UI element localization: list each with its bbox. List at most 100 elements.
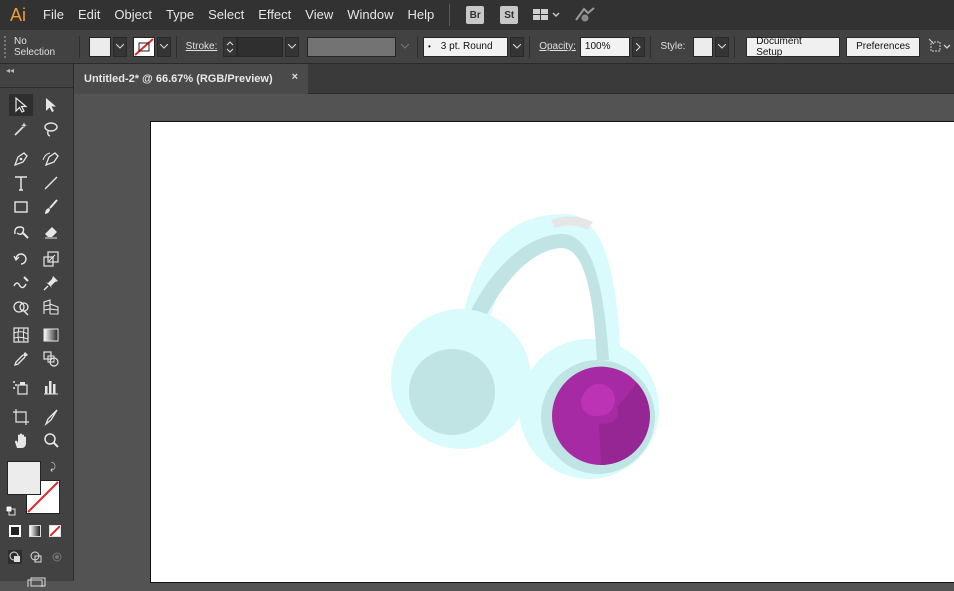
pushpin-icon bbox=[43, 276, 58, 291]
menu-object[interactable]: Object bbox=[107, 0, 159, 30]
headphones-illustration[interactable] bbox=[151, 122, 954, 584]
rotate-tool[interactable] bbox=[9, 248, 33, 270]
menu-effect[interactable]: Effect bbox=[251, 0, 298, 30]
curvature-pen-icon bbox=[42, 152, 59, 167]
stroke-swatch[interactable] bbox=[132, 36, 155, 57]
curvature-tool[interactable] bbox=[39, 148, 63, 170]
menu-edit[interactable]: Edit bbox=[71, 0, 107, 30]
tools-panel: ◂◂ ⤸ bbox=[0, 64, 74, 589]
hand-tool[interactable] bbox=[9, 430, 33, 452]
stroke-weight-stepper[interactable] bbox=[223, 36, 238, 57]
gradient-tool[interactable] bbox=[39, 324, 63, 346]
pen-tool[interactable] bbox=[9, 148, 33, 170]
mesh-tool[interactable] bbox=[9, 324, 33, 346]
none-mode-icon[interactable] bbox=[49, 525, 61, 537]
mesh-icon bbox=[13, 327, 29, 343]
stroke-weight-dropdown[interactable] bbox=[284, 36, 299, 57]
variable-width-dropdown[interactable] bbox=[398, 36, 412, 57]
graphic-style-swatch[interactable] bbox=[693, 36, 714, 57]
tools-panel-header[interactable] bbox=[0, 76, 74, 88]
preferences-button[interactable]: Preferences bbox=[846, 36, 921, 57]
perspective-grid-tool[interactable] bbox=[39, 296, 63, 318]
menu-items: File Edit Object Type Select Effect View… bbox=[36, 0, 441, 30]
rectangle-icon bbox=[14, 201, 28, 213]
panel-collapse-icon[interactable]: ◂◂ bbox=[6, 66, 14, 75]
left-ear-inner bbox=[409, 349, 495, 435]
menu-window[interactable]: Window bbox=[340, 0, 400, 30]
app-logo: Ai bbox=[9, 4, 26, 25]
warp-tool[interactable] bbox=[9, 272, 33, 294]
swap-fill-stroke-icon[interactable]: ⤸ bbox=[50, 462, 56, 473]
gpu-performance-icon[interactable] bbox=[574, 6, 596, 24]
stroke-label[interactable]: Stroke: bbox=[182, 41, 222, 52]
divider bbox=[79, 35, 81, 58]
stock-button[interactable]: St bbox=[500, 6, 519, 24]
align-options-icon[interactable] bbox=[928, 38, 954, 56]
brush-definition-field[interactable]: • 3 pt. Round bbox=[422, 36, 509, 57]
workspace-switcher-icon[interactable] bbox=[532, 7, 562, 23]
rectangle-tool[interactable] bbox=[9, 196, 33, 218]
draw-normal-icon[interactable] bbox=[8, 549, 22, 564]
fill-swatch[interactable] bbox=[89, 36, 112, 57]
canvas-area[interactable] bbox=[74, 95, 954, 583]
free-transform-tool[interactable] bbox=[39, 272, 63, 294]
gradient-mode-icon[interactable] bbox=[29, 525, 41, 537]
menu-help[interactable]: Help bbox=[400, 0, 441, 30]
draw-behind-icon[interactable] bbox=[29, 549, 43, 563]
eyedropper-tool[interactable] bbox=[9, 348, 33, 370]
menu-bar: Ai File Edit Object Type Select Effect V… bbox=[0, 0, 954, 30]
opacity-dropdown[interactable] bbox=[631, 36, 646, 57]
menu-select[interactable]: Select bbox=[201, 0, 251, 30]
slice-knife-icon bbox=[44, 409, 58, 426]
eraser-tool[interactable] bbox=[39, 220, 63, 242]
blend-tool[interactable] bbox=[39, 348, 63, 370]
selection-status: No Selection bbox=[13, 35, 56, 58]
menu-file[interactable]: File bbox=[36, 0, 71, 30]
brush-definition-dropdown[interactable] bbox=[510, 36, 525, 57]
color-mode-icon[interactable] bbox=[9, 525, 21, 537]
type-tool[interactable] bbox=[9, 172, 33, 194]
selection-tool[interactable] bbox=[9, 94, 33, 116]
fill-dropdown[interactable] bbox=[113, 36, 127, 57]
opacity-label[interactable]: Opacity: bbox=[535, 41, 580, 52]
draw-inside-icon[interactable] bbox=[50, 549, 64, 563]
document-tab[interactable]: Untitled-2* @ 66.67% (RGB/Preview) × bbox=[74, 64, 308, 94]
slice-tool[interactable] bbox=[39, 406, 63, 428]
artboard-icon bbox=[13, 409, 29, 425]
bridge-button[interactable]: Br bbox=[466, 6, 485, 24]
scale-tool[interactable] bbox=[39, 248, 63, 270]
brush-dot-icon: • bbox=[427, 42, 431, 51]
line-segment-tool[interactable] bbox=[39, 172, 63, 194]
magic-wand-tool[interactable] bbox=[9, 118, 33, 140]
document-tabstrip: Untitled-2* @ 66.67% (RGB/Preview) × bbox=[74, 64, 954, 94]
menu-type[interactable]: Type bbox=[159, 0, 201, 30]
artboard-tool[interactable] bbox=[9, 406, 33, 428]
opacity-input[interactable]: 100% bbox=[579, 36, 630, 57]
menu-divider bbox=[449, 4, 451, 26]
symbol-sprayer-icon bbox=[13, 381, 28, 395]
document-setup-button[interactable]: Document Setup bbox=[746, 36, 841, 58]
divider bbox=[417, 35, 418, 58]
stroke-weight-input[interactable] bbox=[237, 36, 283, 57]
symbol-sprayer-tool[interactable] bbox=[9, 376, 33, 398]
hand-icon bbox=[15, 433, 26, 448]
menu-view[interactable]: View bbox=[298, 0, 340, 30]
shaper-tool[interactable] bbox=[9, 220, 33, 242]
paintbrush-icon bbox=[45, 199, 58, 214]
zoom-tool[interactable] bbox=[39, 430, 63, 452]
fill-color-box[interactable] bbox=[7, 461, 41, 495]
variable-width-profile[interactable] bbox=[306, 36, 397, 57]
lasso-tool[interactable] bbox=[39, 118, 63, 140]
right-ear-magenta-dot-top bbox=[581, 388, 609, 416]
shape-builder-tool[interactable] bbox=[9, 296, 33, 318]
stroke-color-dropdown[interactable] bbox=[156, 36, 171, 57]
direct-selection-tool[interactable] bbox=[39, 94, 63, 116]
close-icon[interactable]: × bbox=[292, 71, 298, 83]
graphic-style-dropdown[interactable] bbox=[715, 36, 730, 57]
default-fill-stroke-icon[interactable] bbox=[5, 501, 16, 516]
column-graph-tool[interactable] bbox=[39, 376, 63, 398]
divider bbox=[175, 35, 177, 58]
paintbrush-tool[interactable] bbox=[39, 196, 63, 218]
shaper-icon bbox=[14, 226, 29, 239]
artboard[interactable] bbox=[150, 121, 954, 583]
